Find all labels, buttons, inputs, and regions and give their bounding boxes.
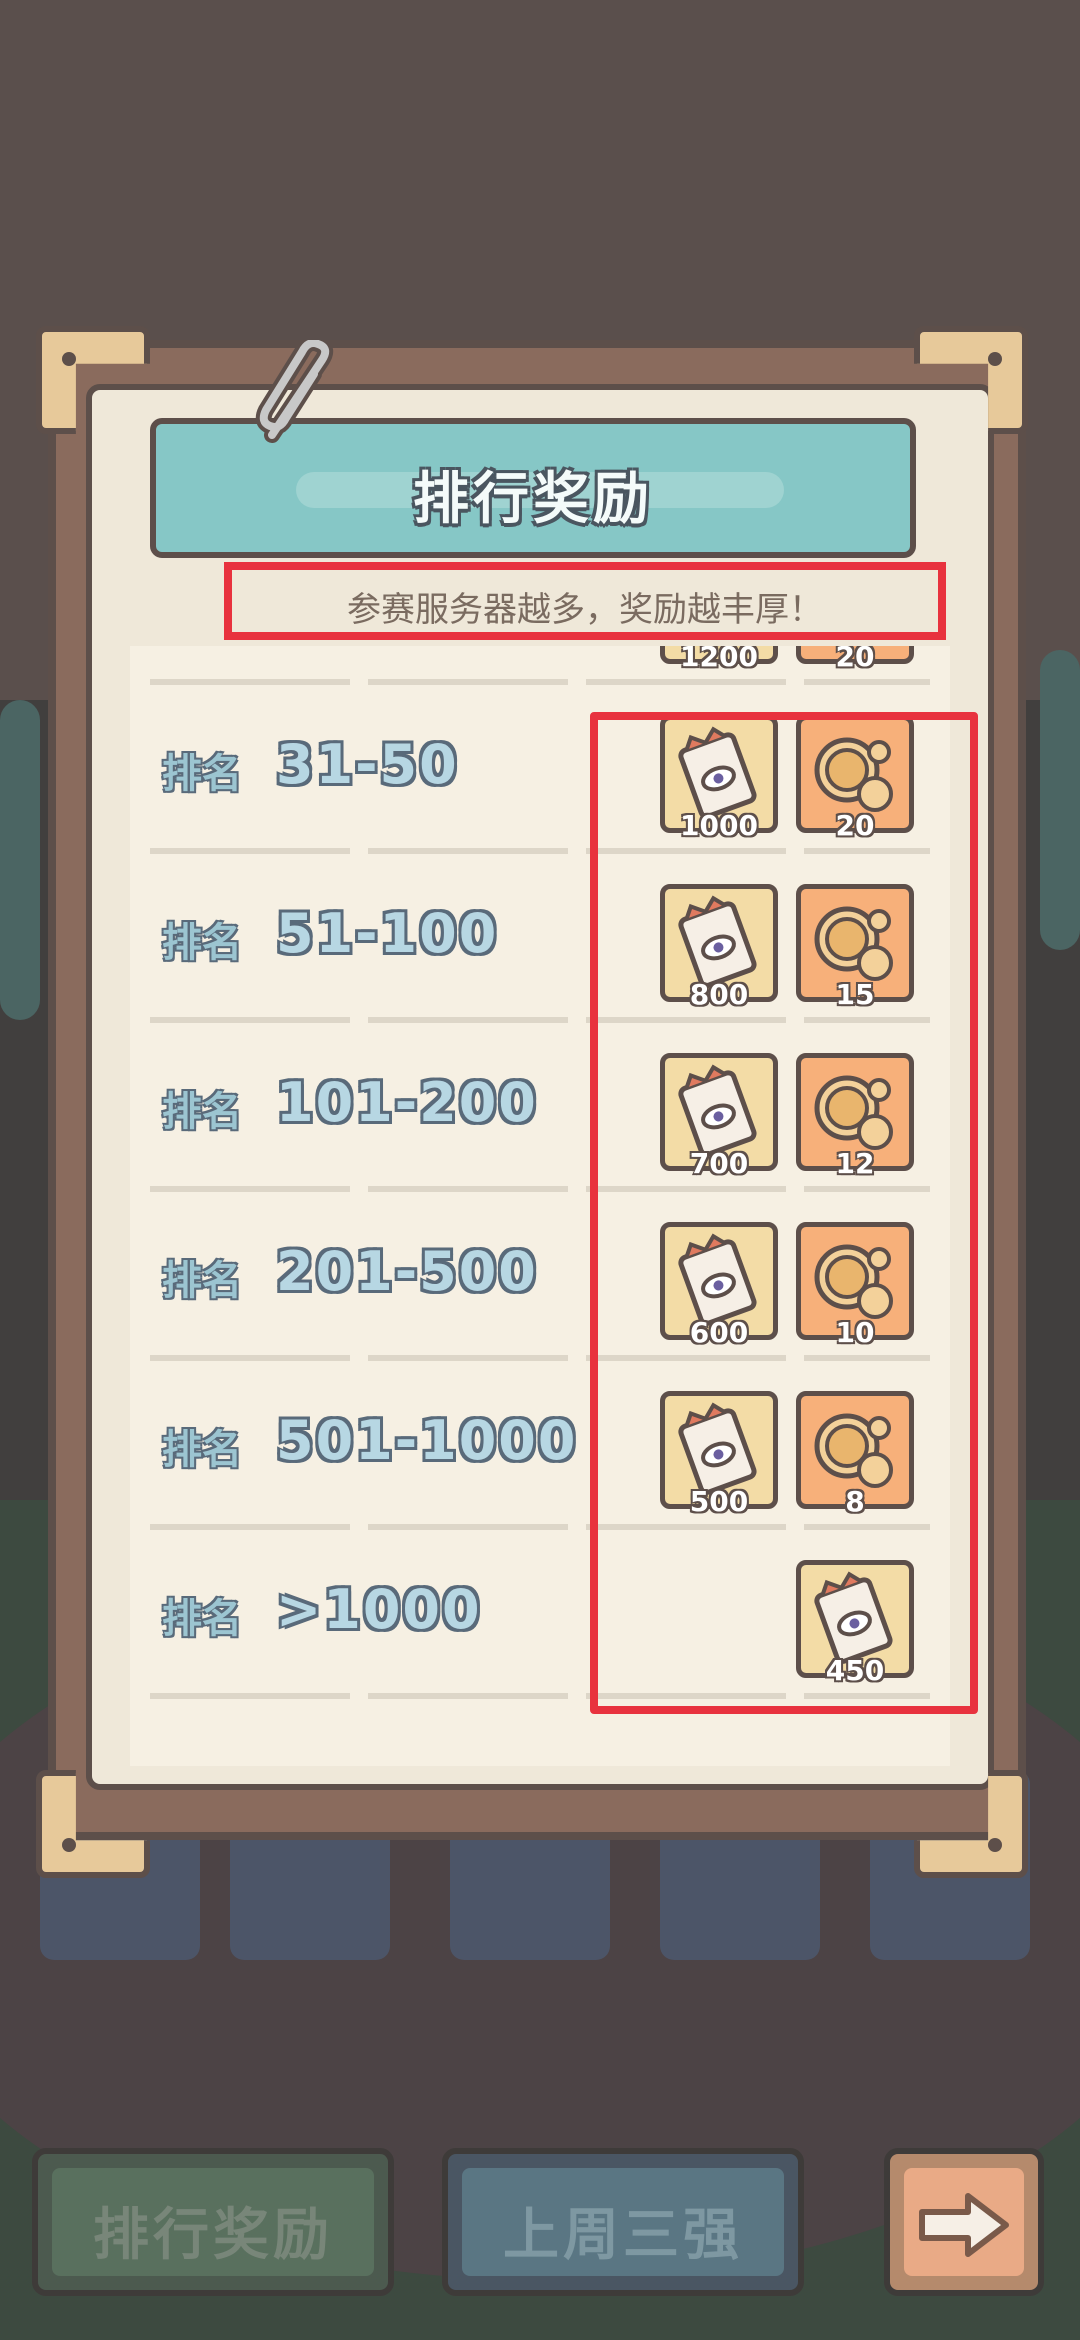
rank-range: 101-200: [276, 1071, 538, 1134]
ticket-count: 1200: [680, 646, 758, 673]
arrow-right-icon: [919, 2193, 1009, 2257]
rank-range: 31-50: [276, 733, 459, 796]
paperclip-icon: [255, 340, 334, 443]
background-left-post: [0, 700, 40, 1020]
rank-range: 501-1000: [276, 1409, 578, 1472]
coin-reward[interactable]: 20: [796, 646, 914, 673]
rank-rewards-button[interactable]: 排行奖励: [32, 2148, 394, 2296]
rewards-highlight-box: [590, 712, 978, 1714]
next-button[interactable]: [884, 2148, 1044, 2296]
background-right-post: [1040, 650, 1080, 950]
rank-range: >1000: [276, 1578, 482, 1641]
subtitle-highlight-box: 参赛服务器越多，奖励越丰厚！: [224, 562, 946, 640]
rank-range: 201-500: [276, 1240, 538, 1303]
coin-count: 20: [835, 646, 875, 673]
rank-label: 排名: [162, 1427, 242, 1473]
last-week-top3-button-label: 上周三强: [503, 2203, 743, 2268]
last-week-top3-button[interactable]: 上周三强: [442, 2148, 804, 2296]
rank-range: 51-100: [276, 902, 499, 965]
page-title: 排行奖励: [413, 467, 653, 532]
subtitle: 参赛服务器越多，奖励越丰厚！: [347, 590, 823, 630]
list-item: 1200 20: [130, 646, 950, 685]
rank-label: 排名: [162, 1596, 242, 1642]
rank-label: 排名: [162, 751, 242, 797]
rank-label: 排名: [162, 1089, 242, 1135]
rank-label: 排名: [162, 920, 242, 966]
ticket-reward[interactable]: 1200: [660, 646, 778, 673]
rank-rewards-button-label: 排行奖励: [93, 2203, 333, 2268]
rank-label: 排名: [162, 1258, 242, 1304]
